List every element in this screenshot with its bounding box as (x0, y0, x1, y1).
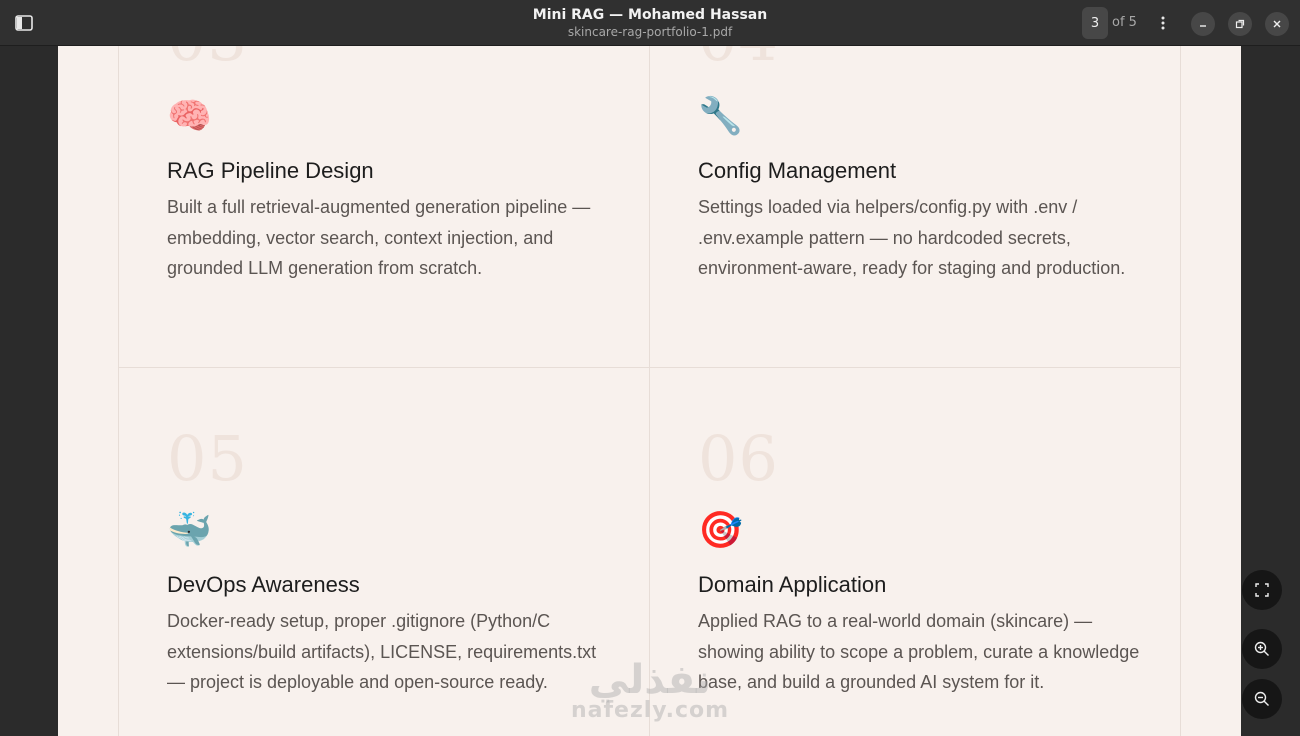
card-number: 04 (698, 46, 779, 70)
pdf-page: 03 🧠 RAG Pipeline Design Built a full re… (58, 46, 1241, 736)
card-title: Config Management (698, 158, 897, 183)
grid-divider (118, 46, 119, 736)
watermark-latin: nafezly.com (570, 698, 730, 723)
card-title: RAG Pipeline Design (167, 158, 374, 183)
page-total-label: of 5 (1112, 15, 1137, 30)
whale-icon: 🐳 (167, 510, 212, 551)
watermark-arabic: نفذلي (588, 657, 712, 703)
card-number: 05 (167, 422, 248, 495)
card-title: Domain Application (698, 572, 887, 597)
grid-divider (1180, 46, 1181, 736)
brain-icon: 🧠 (167, 96, 212, 137)
card-number: 06 (698, 422, 779, 495)
card-description: Settings loaded via helpers/config.py wi… (698, 197, 1126, 279)
zoom-out-icon[interactable] (1242, 679, 1282, 719)
target-icon: 🎯 (698, 510, 743, 551)
card-description: Applied RAG to a real-world domain (skin… (698, 611, 1140, 693)
watermark: نفذلي nafezly.com (570, 660, 730, 722)
grid-divider (118, 367, 1181, 368)
zoom-in-icon[interactable] (1242, 629, 1282, 669)
card-description: Built a full retrieval-augmented generat… (167, 197, 591, 279)
current-page-input[interactable]: 3 (1082, 7, 1108, 39)
fit-page-icon[interactable] (1242, 570, 1282, 610)
card-title: DevOps Awareness (167, 572, 360, 597)
restore-icon[interactable] (1228, 12, 1252, 36)
grid-divider (649, 46, 650, 736)
close-icon[interactable] (1265, 12, 1289, 36)
wrench-icon: 🔧 (698, 96, 743, 137)
card-number: 03 (167, 46, 248, 70)
kebab-menu-icon[interactable] (1151, 9, 1175, 37)
header-bar: Mini RAG — Mohamed Hassan skincare-rag-p… (0, 0, 1300, 46)
minimize-icon[interactable] (1191, 12, 1215, 36)
card-description: Docker-ready setup, proper .gitignore (P… (167, 611, 597, 693)
